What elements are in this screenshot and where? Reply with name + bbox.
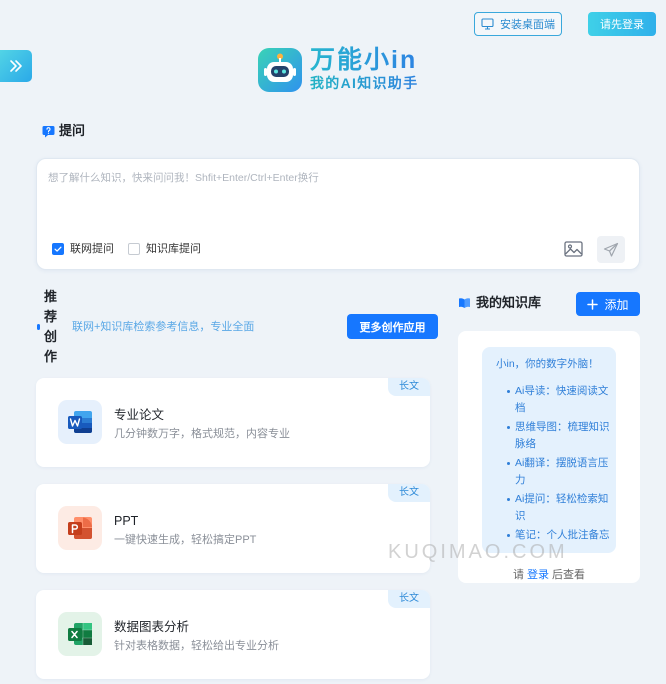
card-description: 一键快速生成，轻松搞定PPT [114,534,257,546]
feature-text: Ai提问：轻松检索知识 [515,493,609,522]
login-hint-after: 后查看 [552,569,585,581]
brand-tagline: 我的AI知识助手 [310,75,419,91]
creation-card-data-analysis[interactable]: 长文 数据图表分析 针对表格数据，轻松给出专业分析 [36,590,430,679]
bullet-icon [507,426,510,429]
question-input[interactable] [48,171,628,231]
login-link[interactable]: 登录 [527,569,549,581]
bullet-icon [507,534,510,537]
card-tag: 长文 [388,484,430,502]
add-knowledge-label: 添加 [604,297,629,312]
creation-card-paper[interactable]: 长文 专业论文 几分钟数万字，格式规范，内容专业 [36,378,430,467]
ask-section-title: 提问 [59,123,86,138]
knowledge-search-checkbox[interactable] [128,243,140,255]
feature-text: 思维导图：梳理知识脉络 [515,421,610,450]
bullet-icon [507,462,510,465]
more-apps-button[interactable]: 更多创作应用 [347,314,438,339]
excel-icon [58,612,102,656]
plus-icon [587,298,599,310]
brand-name: 万能小in [310,46,418,74]
add-knowledge-button[interactable]: 添加 [576,292,640,316]
login-hint-before: 请 [513,569,524,581]
bullet-icon [507,390,510,393]
knowledge-header: 我的知识库 [458,295,541,311]
knowledge-intro-bubble: 小in，你的数字外脑！ Ai导读：快速阅读文档 思维导图：梳理知识脉络 Ai翻译… [482,347,616,553]
web-search-checkbox[interactable] [52,243,64,255]
double-chevron-right-icon [8,58,24,74]
card-tag: 长文 [388,378,430,396]
card-title: PPT [114,514,139,528]
knowledge-base-panel: 小in，你的数字外脑！ Ai导读：快速阅读文档 思维导图：梳理知识脉络 Ai翻译… [458,331,640,583]
ask-section-header: 提问 [42,123,85,139]
feature-list: Ai导读：快速阅读文档 思维导图：梳理知识脉络 Ai翻译：摆脱语言压力 Ai提问… [507,383,613,546]
powerpoint-icon [58,506,102,550]
bullet-icon [507,498,510,501]
feature-item: Ai翻译：摆脱语言压力 [507,455,613,489]
question-bubble-icon [42,125,55,138]
install-desktop-button[interactable]: 安装桌面端 [474,12,562,36]
knowledge-title: 我的知识库 [476,295,542,310]
feature-item: 笔记：个人批注备忘 [507,527,613,544]
option-web-search[interactable]: 联网提问 [52,242,114,256]
send-icon [603,242,619,258]
feature-text: Ai导读：快速阅读文档 [515,385,609,414]
page: { "header": { "install_label": "安装桌面端", … [0,0,666,684]
card-title: 专业论文 [114,408,165,422]
feature-text: Ai翻译：摆脱语言压力 [515,457,609,486]
feature-item: Ai导读：快速阅读文档 [507,383,613,417]
recommend-subtitle: 联网+知识库检索参考信息，专业全面 [72,321,255,333]
book-icon [458,297,471,309]
sidebar-toggle-button[interactable] [0,50,32,82]
login-hint: 请登录 后查看 [458,568,640,582]
recommend-title: 推荐创作 [44,289,58,364]
card-description: 针对表格数据，轻松给出专业分析 [114,640,279,652]
card-title: 数据图表分析 [114,620,190,634]
web-search-label: 联网提问 [70,243,114,255]
install-desktop-label: 安装桌面端 [500,19,555,31]
login-button[interactable]: 请先登录 [588,12,656,36]
feature-text: 笔记：个人批注备忘 [515,529,610,541]
monitor-icon [481,18,494,30]
ask-box: 联网提问 知识库提问 [36,158,640,270]
option-knowledge-search[interactable]: 知识库提问 [128,242,201,256]
feature-item: Ai提问：轻松检索知识 [507,491,613,525]
knowledge-intro-title: 小in，你的数字外脑！ [496,358,599,370]
word-icon [58,400,102,444]
feature-item: 思维导图：梳理知识脉络 [507,419,613,453]
recommend-marker-icon [37,324,40,330]
image-icon[interactable] [564,241,583,257]
creation-card-ppt[interactable]: 长文 PPT 一键快速生成，轻松搞定PPT [36,484,430,573]
card-description: 几分钟数万字，格式规范，内容专业 [114,428,290,440]
robot-logo-icon [258,48,302,92]
card-tag: 长文 [388,590,430,608]
knowledge-search-label: 知识库提问 [146,243,201,255]
send-button[interactable] [597,236,625,263]
